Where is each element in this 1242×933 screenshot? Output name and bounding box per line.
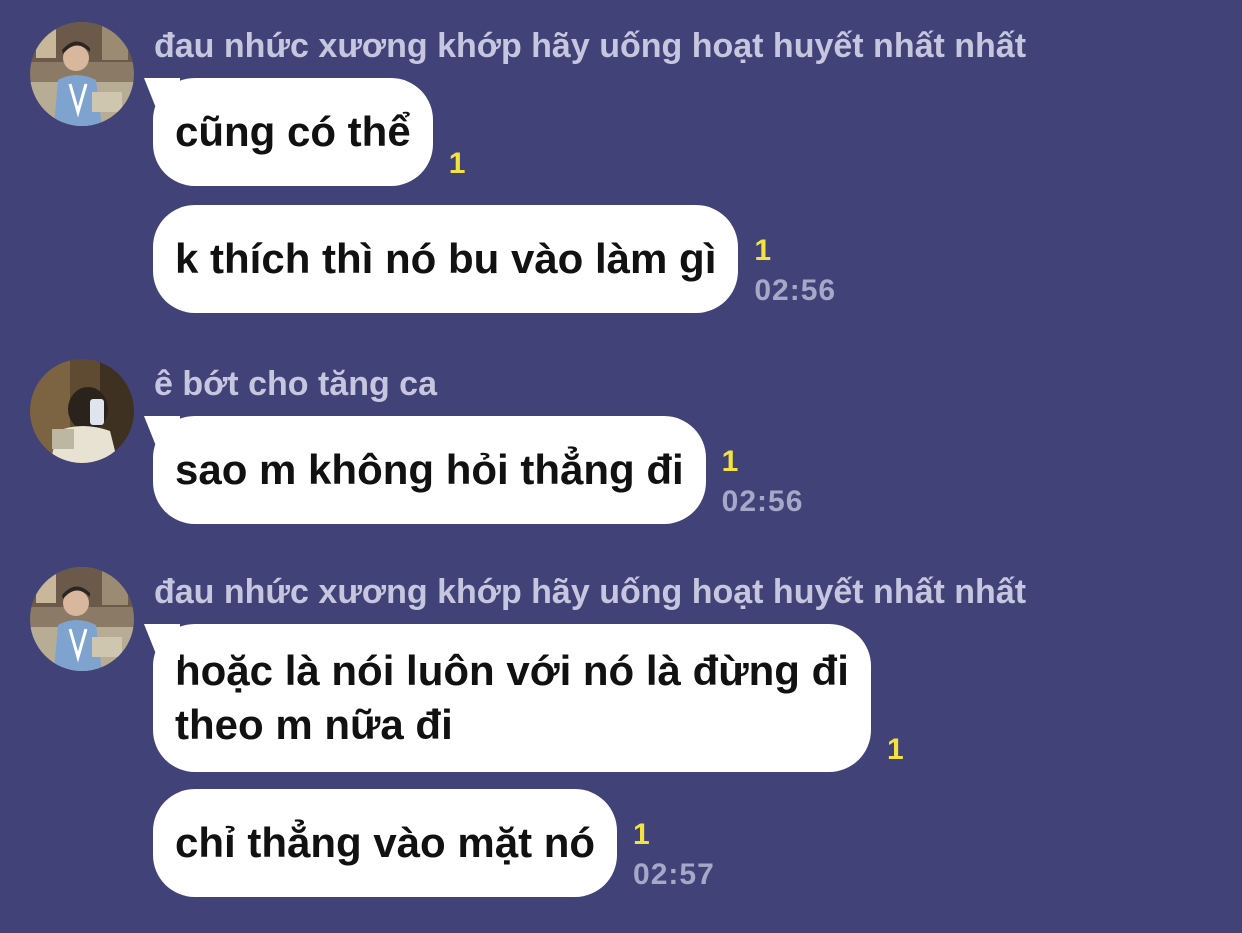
message-meta: 1 02:56 bbox=[754, 231, 836, 313]
message-bubble[interactable]: hoặc là nói luôn với nó là đừng đi theo … bbox=[153, 624, 871, 772]
message-meta: 1 02:56 bbox=[722, 442, 804, 524]
message-timestamp: 02:56 bbox=[721, 485, 804, 518]
message-meta: 1 bbox=[887, 730, 904, 772]
read-count: 1 bbox=[448, 147, 466, 180]
message-text-line: theo m nữa đi bbox=[175, 701, 453, 748]
message-bubble[interactable]: chỉ thẳng vào mặt nó bbox=[153, 789, 618, 897]
avatar-photo-icon bbox=[30, 359, 134, 463]
sender-name: đau nhức xương khớp hãy uống hoạt huyết … bbox=[154, 27, 1027, 65]
avatar-photo-icon bbox=[30, 22, 134, 126]
message-row: sao m không hỏi thẳng đi 1 02:56 bbox=[153, 416, 803, 524]
message-bubble[interactable]: cũng có thể bbox=[153, 78, 433, 186]
message-text: chỉ thẳng vào mặt nó bbox=[175, 819, 596, 866]
message-row: k thích thì nó bu vào làm gì 1 02:56 bbox=[153, 205, 836, 313]
avatar[interactable] bbox=[30, 567, 134, 671]
message-text: k thích thì nó bu vào làm gì bbox=[175, 235, 717, 282]
message-timestamp: 02:57 bbox=[633, 858, 715, 891]
message-text: cũng có thể bbox=[175, 108, 411, 155]
message-text-line: hoặc là nói luôn với nó là đừng đi bbox=[175, 647, 849, 694]
message-meta: 1 bbox=[449, 144, 466, 186]
sender-name: ê bớt cho tăng ca bbox=[154, 365, 437, 403]
message-bubble[interactable]: sao m không hỏi thẳng đi bbox=[153, 416, 706, 524]
sender-name: đau nhức xương khớp hãy uống hoạt huyết … bbox=[154, 573, 1027, 611]
message-row: hoặc là nói luôn với nó là đừng đi theo … bbox=[153, 624, 904, 772]
message-bubble[interactable]: k thích thì nó bu vào làm gì bbox=[153, 205, 739, 313]
message-timestamp: 02:56 bbox=[754, 274, 837, 307]
avatar[interactable] bbox=[30, 22, 134, 126]
message-row: cũng có thể 1 bbox=[153, 78, 465, 186]
message-row: chỉ thẳng vào mặt nó 1 02:57 bbox=[153, 789, 715, 897]
read-count: 1 bbox=[633, 818, 650, 851]
chat-message-list[interactable]: đau nhức xương khớp hãy uống hoạt huyết … bbox=[0, 0, 1242, 933]
read-count: 1 bbox=[886, 733, 904, 766]
avatar-photo-icon bbox=[30, 567, 134, 671]
message-meta: 1 02:57 bbox=[633, 815, 715, 897]
read-count: 1 bbox=[754, 234, 772, 267]
read-count: 1 bbox=[721, 445, 739, 478]
avatar[interactable] bbox=[30, 359, 134, 463]
message-text: sao m không hỏi thẳng đi bbox=[175, 446, 684, 493]
